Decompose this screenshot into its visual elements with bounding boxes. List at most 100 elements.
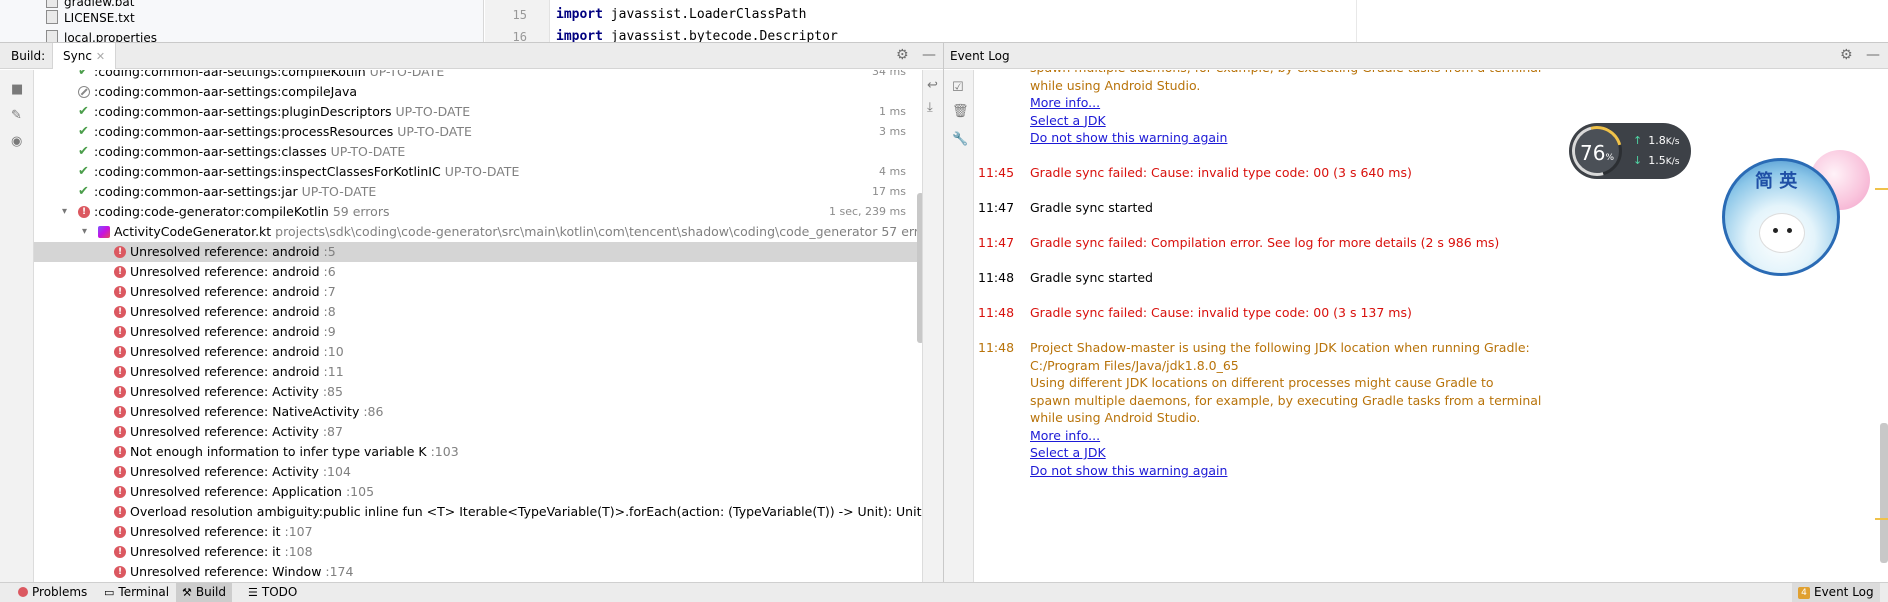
row-duration: 1 ms xyxy=(879,105,906,118)
error-item[interactable]: ! Unresolved reference: android :5 xyxy=(34,242,922,262)
tree-file-license[interactable]: LICENSE.txt xyxy=(46,8,135,28)
tab-terminal[interactable]: ▭ Terminal xyxy=(98,583,175,602)
log-timestamp: 11:47 xyxy=(978,235,1015,250)
chevron-down-icon[interactable]: ▾ xyxy=(82,222,87,242)
minimize-icon[interactable]: — xyxy=(922,47,936,63)
row-text: :coding:common-aar-settings:compileKotli… xyxy=(94,70,444,82)
chevron-down-icon[interactable]: ▾ xyxy=(62,202,67,222)
log-message: Gradle sync failed: Cause: invalid type … xyxy=(1030,165,1412,180)
tab-label: Problems xyxy=(32,585,88,599)
error-item[interactable]: ! Unresolved reference: Activity :85 xyxy=(34,382,922,402)
build-task-row[interactable]: ✔:coding:common-aar-settings:jar UP-TO-D… xyxy=(34,182,922,202)
top-area: gradlew.bat LICENSE.txt local.properties… xyxy=(0,0,1888,44)
error-icon: ! xyxy=(114,266,126,278)
error-item[interactable]: ! Unresolved reference: android :6 xyxy=(34,262,922,282)
event-log-scrollbar[interactable] xyxy=(1880,423,1888,563)
row-duration: 17 ms xyxy=(872,185,906,198)
soft-wrap-icon[interactable]: ↩ xyxy=(927,78,938,93)
error-item[interactable]: ! Unresolved reference: android :8 xyxy=(34,302,922,322)
tab-problems[interactable]: Problems xyxy=(12,583,93,602)
list-icon: ☰ xyxy=(248,586,258,599)
row-text: :coding:common-aar-settings:compileJava xyxy=(94,82,357,102)
cpu-gauge: 76% xyxy=(1562,116,1632,186)
error-item[interactable]: ! Unresolved reference: android :7 xyxy=(34,282,922,302)
tab-sync-label: Sync xyxy=(63,49,92,63)
build-task-row[interactable]: ✔:coding:common-aar-settings:processReso… xyxy=(34,122,922,142)
error-item[interactable]: ! Unresolved reference: android :9 xyxy=(34,322,922,342)
row-label: Unresolved reference: Activity xyxy=(130,384,319,399)
row-label: Unresolved reference: it xyxy=(130,524,281,539)
terminal-icon: ▭ xyxy=(104,586,115,599)
tab-sync[interactable]: Sync ✕ xyxy=(52,43,117,69)
pin-icon[interactable]: ✎ xyxy=(11,108,22,123)
stop-icon[interactable]: ■ xyxy=(11,82,23,97)
wrench-icon[interactable]: 🔧 xyxy=(952,132,968,147)
eye-icon[interactable]: ◉ xyxy=(11,134,22,149)
log-link[interactable]: Do not show this warning again xyxy=(1030,460,1227,481)
row-text: Unresolved reference: android :9 xyxy=(130,322,336,342)
row-text: Unresolved reference: it :108 xyxy=(130,542,313,562)
editor-right-area xyxy=(1356,0,1888,42)
error-icon: ! xyxy=(114,286,126,298)
build-task-row[interactable]: ▾!:coding:code-generator:compileKotlin 5… xyxy=(34,202,922,222)
log-timestamp: 11:48 xyxy=(978,305,1015,320)
error-icon: ! xyxy=(114,546,126,558)
error-item[interactable]: ! Unresolved reference: Activity :104 xyxy=(34,462,922,482)
error-item[interactable]: ! Unresolved reference: it :107 xyxy=(34,522,922,542)
scroll-to-end-icon[interactable]: ⤓ xyxy=(927,100,933,115)
error-item[interactable]: ! Unresolved reference: NativeActivity :8… xyxy=(34,402,922,422)
build-task-row[interactable]: ▾ ActivityCodeGenerator.kt projects\sdk\c… xyxy=(34,222,922,242)
row-duration: 4 ms xyxy=(879,165,906,178)
tab-event-log[interactable]: 4 Event Log xyxy=(1792,583,1880,602)
error-item[interactable]: ! Unresolved reference: android :10 xyxy=(34,342,922,362)
network-speed-widget[interactable]: 76% ↑ 1.8K/s ↓ 1.5K/s xyxy=(1562,116,1691,186)
error-item[interactable]: ! Unresolved reference: Application :105 xyxy=(34,482,922,502)
check-icon: ✔ xyxy=(78,104,89,119)
error-item[interactable]: ! Unresolved reference: Activity :87 xyxy=(34,422,922,442)
build-tree[interactable]: ✔ :coding:common-aar-settings:compileKotl… xyxy=(34,70,922,583)
error-item[interactable]: ! Overload resolution ambiguity:public in… xyxy=(34,502,922,522)
event-log-title: Event Log xyxy=(950,49,1010,63)
build-task-row[interactable]: ✔:coding:common-aar-settings:classes UP-… xyxy=(34,142,922,162)
row-duration: 34 ms xyxy=(872,70,906,78)
tab-label: Build xyxy=(195,585,226,599)
row-duration: 1 sec, 239 ms xyxy=(829,205,906,218)
minimize-icon[interactable]: — xyxy=(1866,47,1880,63)
log-message: Gradle sync started xyxy=(1030,200,1153,215)
event-log-panel: Event Log ⚙ — ☑ 🗑 🔧 spawn multiple daemo… xyxy=(943,42,1888,583)
close-icon[interactable]: ✕ xyxy=(96,50,105,63)
log-timestamp: 11:45 xyxy=(978,165,1015,180)
error-item[interactable]: ! Unresolved reference: it :108 xyxy=(34,542,922,562)
trash-icon[interactable]: 🗑 xyxy=(952,104,969,119)
tree-file-local-properties[interactable]: local.properties xyxy=(46,28,157,42)
error-item[interactable]: ! Not enough information to infer type va… xyxy=(34,442,922,462)
build-task-row[interactable]: ✔:coding:common-aar-settings:pluginDescr… xyxy=(34,102,922,122)
build-task-row[interactable]: ✔:coding:common-aar-settings:inspectClas… xyxy=(34,162,922,182)
error-item[interactable]: ! Unresolved reference: android :11 xyxy=(34,362,922,382)
gear-icon[interactable]: ⚙ xyxy=(896,47,909,63)
tab-build[interactable]: ⚒ Build xyxy=(176,583,232,602)
log-link[interactable]: Do not show this warning again xyxy=(1030,127,1227,148)
row-suffix: :86 xyxy=(359,404,384,419)
speed-unit: K/s xyxy=(1665,136,1680,147)
build-task-row[interactable]: ✔:coding:common-aar-settings:compileKotl… xyxy=(34,70,922,82)
row-suffix: :103 xyxy=(426,444,459,459)
code-editor[interactable]: import javassist.LoaderClassPath import … xyxy=(556,0,1356,44)
row-label: Unresolved reference: android xyxy=(130,344,320,359)
row-label: Unresolved reference: it xyxy=(130,544,281,559)
build-task-row[interactable]: :coding:common-aar-settings:compileJava xyxy=(34,82,922,102)
line-number: 15 xyxy=(512,8,527,22)
input-method-mascot[interactable]: 简 英 xyxy=(1722,158,1840,276)
row-text: Unresolved reference: android :7 xyxy=(130,282,336,302)
row-suffix: :10 xyxy=(319,344,344,359)
file-icon xyxy=(46,10,58,24)
row-suffix: :107 xyxy=(280,524,313,539)
row-suffix: :104 xyxy=(318,464,351,479)
tab-todo[interactable]: ☰ TODO xyxy=(242,583,303,602)
build-toolbar-left: ■ ✎ ◉ xyxy=(0,70,34,583)
tab-label: Terminal xyxy=(118,585,170,599)
mark-all-read-icon[interactable]: ☑ xyxy=(952,80,964,95)
gear-icon[interactable]: ⚙ xyxy=(1840,47,1853,63)
tree-file-label: LICENSE.txt xyxy=(64,11,135,25)
error-item[interactable]: ! Unresolved reference: Window :174 xyxy=(34,562,922,582)
